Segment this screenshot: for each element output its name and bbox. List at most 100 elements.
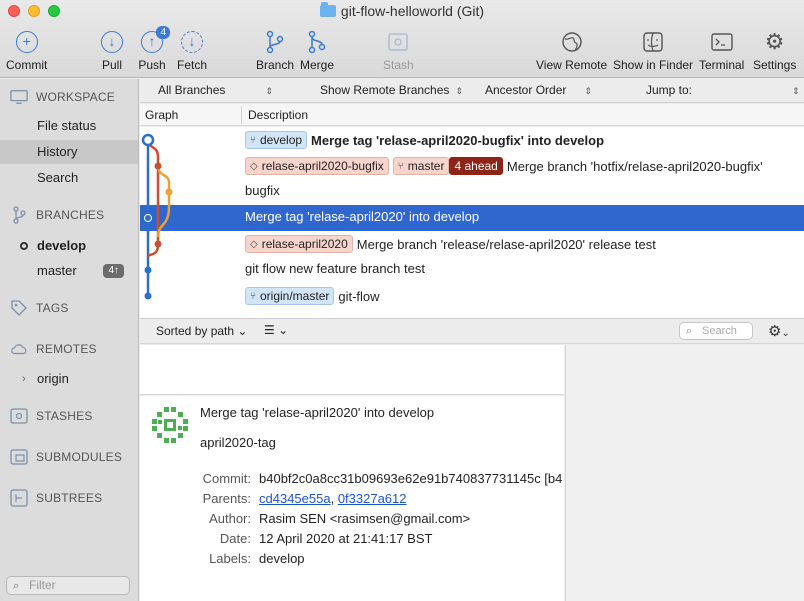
- commit-message: git flow new feature branch test: [245, 261, 425, 276]
- sidebar-header-stashes[interactable]: STASHES: [10, 408, 93, 424]
- fetch-icon: ↓: [181, 31, 203, 53]
- commit-row[interactable]: ⑂ origin/master git-flow: [140, 283, 804, 309]
- fetch-button[interactable]: ↓ Fetch: [177, 28, 207, 72]
- tag-label[interactable]: ◇ relase-april2020: [245, 235, 353, 253]
- branch-label[interactable]: ⑂ develop: [245, 131, 308, 149]
- description-column-header[interactable]: Description: [248, 108, 308, 122]
- cloud-icon: [10, 341, 28, 357]
- sidebar-header-remotes[interactable]: REMOTES: [10, 341, 97, 357]
- search-icon: ⌕: [13, 580, 20, 592]
- sidebar-header-workspace: WORKSPACE: [10, 89, 115, 105]
- submodule-icon: [10, 449, 28, 465]
- stash-icon: [10, 408, 28, 424]
- tag-icon: ◇: [250, 238, 258, 250]
- terminal-button[interactable]: Terminal: [699, 28, 744, 72]
- commit-title: Merge tag 'relase-april2020' into develo…: [200, 405, 435, 420]
- pull-button[interactable]: ↓ Pull: [98, 28, 126, 72]
- stash-icon: [384, 28, 412, 56]
- updown-chevron-icon: ⇕: [584, 86, 592, 96]
- subtree-icon: [10, 489, 28, 507]
- list-view-select[interactable]: ☰ ⌄: [264, 323, 288, 337]
- push-badge: 4: [156, 26, 170, 39]
- sidebar: WORKSPACE File status History Search BRA…: [0, 79, 139, 601]
- column-header: Graph Description: [140, 104, 804, 126]
- sidebar-header-branches[interactable]: BRANCHES: [10, 206, 104, 224]
- branch-button[interactable]: Branch: [256, 28, 294, 72]
- commit-message: git-flow: [338, 288, 380, 304]
- view-remote-button[interactable]: View Remote: [536, 28, 607, 72]
- commit-row[interactable]: ◇ relase-april2020 Merge branch 'release/…: [140, 231, 804, 257]
- commit-message: Merge branch 'hotfix/relase-april2020-bu…: [506, 158, 763, 174]
- branch-filter-select[interactable]: All Branches ⇕: [158, 83, 273, 97]
- list-icon: ☰: [264, 323, 275, 337]
- remote-branches-select[interactable]: Show Remote Branches ⇕: [320, 83, 463, 97]
- globe-icon: [558, 28, 586, 56]
- plus-icon: +: [15, 31, 38, 53]
- arrow-down-icon: ↓: [101, 31, 123, 53]
- show-in-finder-button[interactable]: Show in Finder: [613, 28, 693, 72]
- ahead-count-badge: 4↑: [103, 264, 124, 278]
- sidebar-item-master[interactable]: master 4↑: [0, 259, 138, 283]
- file-list-toolbar: Sorted by path ⌄ ☰ ⌄ ⌕ Search ⚙⌄: [140, 318, 804, 344]
- tag-icon: ◇: [250, 160, 258, 172]
- current-branch-icon: [20, 242, 28, 250]
- updown-chevron-icon: ⇕: [455, 86, 463, 96]
- chevron-right-icon[interactable]: ›: [22, 367, 26, 391]
- commit-row[interactable]: ⑂ develop Merge tag 'relase-april2020-bug…: [140, 127, 804, 153]
- stash-button[interactable]: Stash: [383, 28, 414, 72]
- sidebar-item-search[interactable]: Search: [0, 166, 138, 190]
- commit-message: Merge tag 'relase-april2020-bugfix' into…: [311, 132, 605, 148]
- merge-button[interactable]: Merge: [300, 28, 334, 72]
- commit-row-selected[interactable]: Merge tag 'relase-april2020' into develo…: [140, 205, 804, 231]
- push-button[interactable]: ↑ 4 Push: [138, 26, 170, 72]
- branch-label[interactable]: ⑂ origin/master: [245, 287, 335, 305]
- commit-message: Merge branch 'release/relase-april2020' …: [356, 236, 656, 252]
- sidebar-item-origin[interactable]: › origin: [0, 367, 138, 391]
- filter-input[interactable]: ⌕ Filter: [6, 576, 130, 595]
- commit-details: Merge tag 'relase-april2020' into develo…: [140, 396, 564, 601]
- sort-select[interactable]: Sorted by path ⌄: [156, 324, 247, 338]
- updown-chevron-icon: ⇕: [792, 86, 800, 96]
- changed-files-list: [140, 345, 564, 395]
- commit-row[interactable]: ◇ relase-april2020-bugfix ⑂ master 4 ahead…: [140, 153, 804, 179]
- branch-icon: [261, 28, 289, 56]
- sidebar-header-tags[interactable]: TAGS: [10, 300, 69, 316]
- tag-label[interactable]: ◇ relase-april2020-bugfix: [245, 157, 389, 175]
- branch-icon: [10, 206, 28, 224]
- commit-row[interactable]: git flow new feature branch test: [140, 257, 804, 283]
- gear-icon[interactable]: ⚙⌄: [768, 322, 790, 340]
- branch-icon: ⑂: [250, 134, 256, 146]
- sidebar-header-submodules[interactable]: SUBMODULES: [10, 449, 122, 465]
- ahead-badge: 4 ahead: [449, 157, 503, 175]
- tag-icon: [10, 300, 28, 316]
- parent-link[interactable]: 0f3327a612: [338, 491, 407, 506]
- terminal-icon: [708, 28, 736, 56]
- commit-button[interactable]: + Commit: [6, 28, 47, 72]
- order-select[interactable]: Ancestor Order ⇕: [485, 83, 592, 97]
- search-input[interactable]: ⌕ Search: [679, 322, 753, 340]
- jump-to-select[interactable]: Jump to: ⇕: [646, 83, 800, 97]
- commit-list: ⑂ develop Merge tag 'relase-april2020-bug…: [140, 127, 804, 318]
- graph-column-header[interactable]: Graph: [145, 108, 178, 122]
- parent-link[interactable]: cd4345e55a: [259, 491, 331, 506]
- diff-pane: [565, 345, 804, 601]
- history-filter-bar: All Branches ⇕ Show Remote Branches ⇕ Ance…: [140, 79, 804, 103]
- sidebar-header-subtrees[interactable]: SUBTREES: [10, 489, 102, 507]
- finder-icon: [639, 28, 667, 56]
- monitor-icon: [10, 89, 28, 105]
- commit-row[interactable]: bugfix: [140, 179, 804, 205]
- settings-button[interactable]: ⚙ Settings: [753, 28, 796, 72]
- commit-subtitle: april2020-tag: [200, 435, 276, 450]
- commit-hash[interactable]: b40bf2c0a8cc31b09693e62e91b740837731145c…: [259, 471, 562, 486]
- sidebar-item-history[interactable]: History: [0, 140, 138, 164]
- merge-icon: [303, 28, 331, 56]
- commit-message: bugfix: [245, 183, 280, 198]
- folder-icon: [319, 2, 336, 17]
- sidebar-item-file-status[interactable]: File status: [0, 114, 138, 138]
- sidebar-item-develop[interactable]: develop: [0, 234, 138, 258]
- commit-message: Merge tag 'relase-april2020' into develo…: [245, 209, 480, 224]
- branch-icon: ⑂: [397, 160, 404, 172]
- branch-label[interactable]: ⑂ master: [392, 157, 450, 175]
- avatar: [150, 405, 190, 445]
- updown-chevron-icon: ⇕: [265, 86, 273, 96]
